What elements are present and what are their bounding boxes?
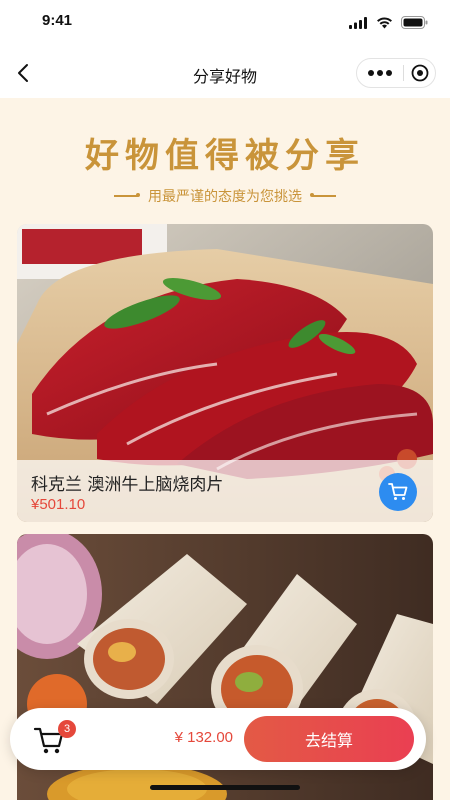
product-name: 科克兰 澳洲牛上脑烧肉片 (31, 475, 224, 495)
hero-title: 好物值得被分享 (85, 136, 365, 176)
more-dot (386, 70, 392, 76)
close-button[interactable] (404, 59, 435, 87)
content-area: 好物值得被分享 用最严谨的态度为您挑选 科克兰 澳洲牛上脑烧肉片 ¥501.10 (0, 98, 450, 800)
home-indicator (150, 785, 300, 790)
wifi-icon (377, 16, 392, 28)
menu-capsule (356, 58, 436, 88)
decor-line-right (310, 193, 336, 197)
status-icons (349, 16, 428, 29)
close-target-icon (411, 64, 428, 82)
nav-bar: 分享好物 (0, 48, 450, 98)
cart-bar: 3 ¥ 132.00 去结算 (10, 708, 426, 770)
hero-subtitle: 用最严谨的态度为您挑选 (0, 186, 450, 206)
product-info: 科克兰 澳洲牛上脑烧肉片 ¥501.10 (17, 460, 433, 522)
status-bar: 9:41 (0, 0, 450, 48)
cart-icon (388, 483, 408, 500)
cart-total: ¥ 132.00 (174, 729, 233, 746)
checkout-button[interactable]: 去结算 (244, 716, 414, 762)
cart-count-badge: 3 (58, 720, 76, 738)
more-button[interactable] (357, 59, 403, 87)
more-dots-icon (368, 70, 374, 76)
add-to-cart-button[interactable] (379, 473, 417, 511)
product-price: ¥501.10 (31, 496, 86, 513)
decor-line-left (114, 193, 140, 197)
product-card[interactable]: 科克兰 澳洲牛上脑烧肉片 ¥501.10 (17, 224, 433, 522)
more-dot (377, 70, 383, 76)
status-time: 9:41 (42, 12, 73, 29)
battery-icon (401, 16, 428, 29)
signal-icon (349, 16, 367, 29)
hero-subtitle-text: 用最严谨的态度为您挑选 (148, 189, 302, 205)
